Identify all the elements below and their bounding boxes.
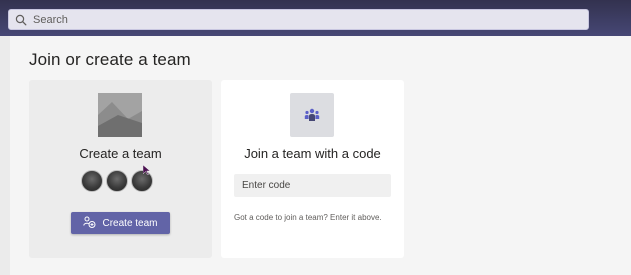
team-people-icon [290,93,334,137]
create-team-button[interactable]: Create team [71,212,170,234]
create-team-title: Create a team [79,146,162,161]
join-team-title: Join a team with a code [244,146,381,161]
left-rail [0,36,10,275]
search-box[interactable] [8,9,589,30]
team-code-input[interactable] [234,174,391,197]
avatar [106,170,128,192]
avatar [81,170,103,192]
join-code-hint: Got a code to join a team? Enter it abov… [234,213,382,222]
join-team-card: Join a team with a code Got a code to jo… [221,80,404,258]
create-team-card[interactable]: Create a team Create team [29,80,212,258]
create-team-button-label: Create team [102,217,158,229]
app-top-bar [0,0,631,36]
search-icon [15,14,27,26]
mouse-cursor-icon [142,162,151,176]
team-picture-icon [98,93,142,137]
page-title: Join or create a team [29,50,191,69]
team-add-icon [83,216,96,231]
search-input[interactable] [33,13,553,26]
